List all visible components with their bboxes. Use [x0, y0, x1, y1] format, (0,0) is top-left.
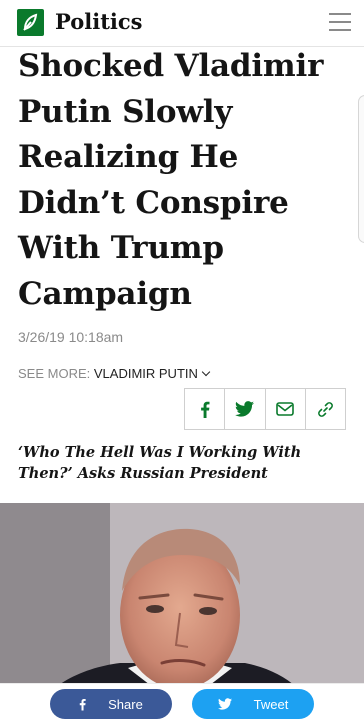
facebook-share-button[interactable]: [185, 389, 226, 429]
tweet-label: Tweet: [253, 696, 289, 712]
link-icon: [317, 401, 333, 417]
email-share-button[interactable]: [266, 389, 306, 429]
see-more-tag-link[interactable]: VLADIMIR PUTIN: [94, 366, 211, 381]
share-toolbar: [184, 388, 346, 430]
article-subheadline: ‘Who The Hell Was I Working With Then?’ …: [18, 444, 302, 482]
article-headline: Shocked Vladimir Putin Slowly Realizing …: [18, 48, 324, 312]
share-label: Share: [108, 696, 143, 712]
chevron-down-icon[interactable]: [201, 367, 211, 377]
see-more-row: SEE MORE: VLADIMIR PUTIN: [18, 366, 211, 381]
site-header: Politics: [0, 0, 364, 47]
twitter-tweet-pill-button[interactable]: Tweet: [192, 689, 314, 719]
facebook-icon: [79, 698, 86, 711]
twitter-share-button[interactable]: [225, 389, 266, 429]
section-title[interactable]: Politics: [55, 8, 142, 36]
facebook-share-pill-button[interactable]: Share: [50, 689, 172, 719]
scrollbar-thumb[interactable]: [358, 95, 364, 243]
twitter-icon: [235, 401, 255, 417]
copy-link-button[interactable]: [306, 389, 345, 429]
article-date: 3/26/19 10:18am: [18, 329, 124, 345]
email-icon: [276, 402, 294, 416]
facebook-icon: [200, 401, 210, 418]
bottom-share-bar: Share Tweet: [0, 683, 364, 724]
twitter-icon: [217, 698, 232, 710]
hamburger-menu-icon[interactable]: [329, 13, 351, 32]
see-more-label: SEE MORE:: [18, 366, 91, 381]
tag-label[interactable]: VLADIMIR PUTIN: [94, 366, 198, 381]
onion-logo-icon[interactable]: [17, 9, 44, 36]
